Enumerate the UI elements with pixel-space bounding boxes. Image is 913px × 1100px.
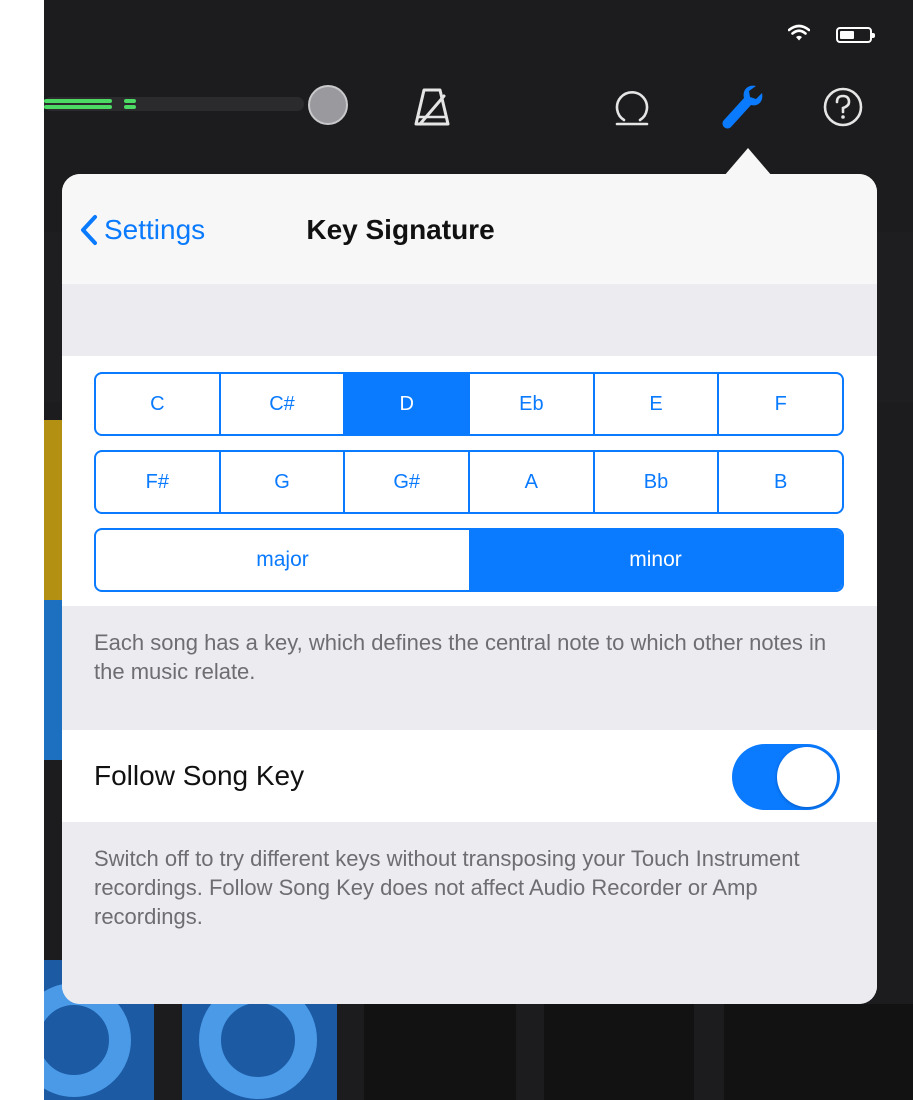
page-title: Key Signature bbox=[306, 214, 495, 245]
key-row-2: F# G G# A Bb B bbox=[94, 450, 844, 514]
key-selector-section: C C# D Eb E F F# G G# A Bb B major minor bbox=[62, 356, 877, 606]
battery-icon bbox=[836, 27, 875, 43]
key-signature-popover: Settings Key Signature C C# D Eb E F F# G G# A Bb… bbox=[62, 174, 877, 1004]
follow-song-key-label: Follow Song Key bbox=[94, 760, 305, 791]
key-description-text: Each song has a key, which defines the c… bbox=[94, 630, 827, 684]
popover-arrow bbox=[724, 148, 772, 176]
wifi-icon bbox=[788, 24, 810, 41]
track-cell bbox=[364, 1004, 516, 1100]
mode-segmented-control: major minor bbox=[94, 528, 844, 592]
key-option[interactable]: Bb bbox=[592, 452, 718, 512]
key-option[interactable]: F bbox=[717, 374, 842, 434]
wrench-icon[interactable] bbox=[720, 82, 766, 130]
status-bar bbox=[44, 0, 913, 60]
follow-description-text: Switch off to try different keys without… bbox=[94, 846, 800, 929]
mode-option-minor[interactable]: minor bbox=[469, 530, 842, 590]
loop-icon[interactable] bbox=[611, 86, 653, 128]
key-option[interactable]: F# bbox=[96, 452, 219, 512]
key-option[interactable]: B bbox=[717, 452, 842, 512]
key-row-1: C C# D Eb E F bbox=[94, 372, 844, 436]
metronome-icon[interactable] bbox=[412, 84, 452, 128]
track-cell bbox=[724, 1004, 913, 1100]
key-option[interactable]: C bbox=[96, 374, 219, 434]
mode-option-major[interactable]: major bbox=[96, 530, 469, 590]
follow-song-key-row: Follow Song Key bbox=[62, 730, 877, 822]
key-option[interactable]: Eb bbox=[468, 374, 593, 434]
key-option[interactable]: G bbox=[218, 452, 344, 512]
help-icon[interactable] bbox=[822, 86, 864, 128]
popover-nav-bar: Settings Key Signature bbox=[62, 174, 877, 284]
key-option[interactable]: G# bbox=[343, 452, 468, 512]
track-cell bbox=[544, 1004, 694, 1100]
volume-slider-knob[interactable] bbox=[308, 85, 348, 125]
section-spacer bbox=[62, 284, 877, 356]
toggle-knob bbox=[777, 747, 837, 807]
level-meter bbox=[44, 97, 304, 111]
key-option[interactable]: A bbox=[468, 452, 593, 512]
key-option[interactable]: C# bbox=[218, 374, 344, 434]
follow-description-section: Switch off to try different keys without… bbox=[62, 822, 877, 1004]
key-option[interactable]: D bbox=[343, 374, 469, 434]
toolbar bbox=[44, 60, 913, 160]
key-option[interactable]: E bbox=[592, 374, 718, 434]
follow-song-key-toggle[interactable] bbox=[732, 744, 840, 810]
key-description-section: Each song has a key, which defines the c… bbox=[62, 606, 877, 730]
